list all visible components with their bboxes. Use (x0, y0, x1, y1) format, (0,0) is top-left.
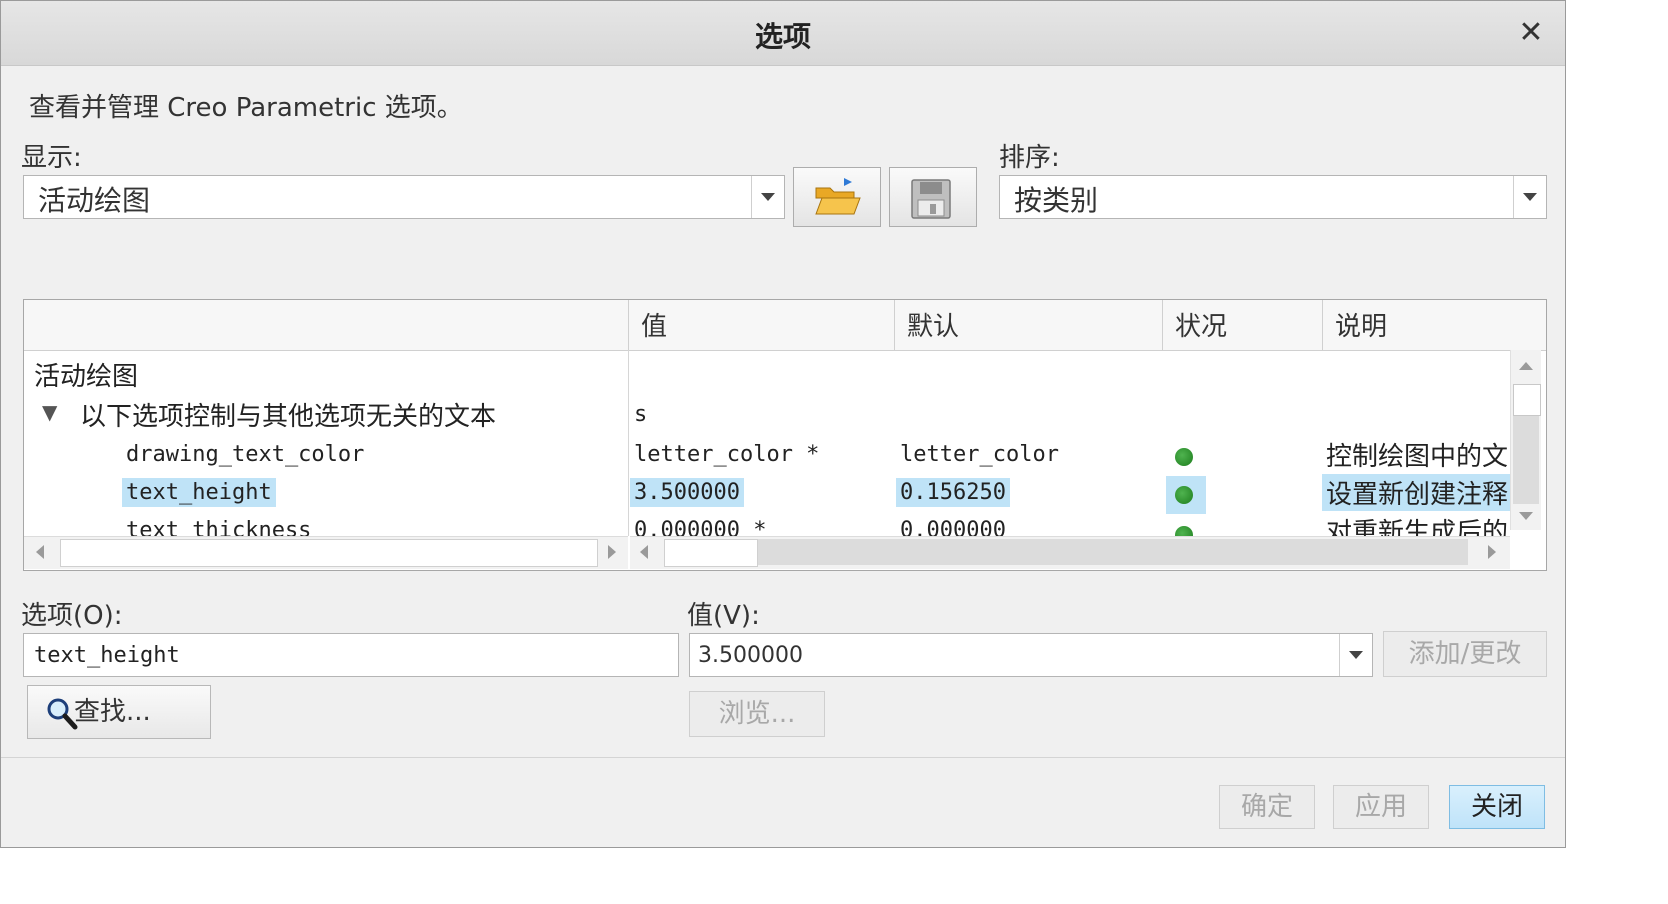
column-divider (628, 350, 629, 536)
option-value[interactable]: 3.500000 (630, 478, 744, 507)
option-default: 0.156250 (896, 478, 1010, 507)
value-combo-text[interactable]: 3.500000 (698, 643, 803, 668)
subgroup-value: s (634, 402, 648, 427)
vertical-scrollbar[interactable] (1510, 350, 1541, 530)
scroll-down-icon[interactable] (1519, 512, 1533, 520)
ok-button[interactable]: 确定 (1219, 785, 1315, 829)
option-label: 选项(O): (21, 601, 123, 631)
close-button[interactable]: 关闭 (1449, 785, 1545, 829)
chevron-down-icon[interactable] (1339, 634, 1372, 676)
chevron-down-icon[interactable] (751, 176, 784, 218)
option-description: 设置新创建注释 (1322, 474, 1516, 511)
folder-open-icon (815, 178, 861, 215)
apply-button[interactable]: 应用 (1333, 785, 1429, 829)
chevron-down-icon[interactable] (1513, 176, 1546, 218)
scroll-up-icon[interactable] (1519, 362, 1533, 370)
add-change-button[interactable]: 添加/更改 (1383, 631, 1547, 677)
column-header-default[interactable]: 默认 (894, 300, 1162, 350)
value-label: 值(V): (687, 601, 760, 631)
scroll-right-icon[interactable] (1488, 545, 1496, 559)
scroll-right-icon[interactable] (608, 545, 616, 559)
status-ok-icon (1175, 486, 1193, 504)
expand-triangle-icon[interactable]: ▼ (42, 400, 57, 424)
horizontal-scroll-thumb[interactable] (664, 539, 758, 567)
option-description: 对重新生成后的 (1326, 518, 1509, 536)
sort-label: 排序: (999, 143, 1060, 173)
option-default: letter_color (900, 442, 1059, 467)
vertical-scroll-thumb[interactable] (1513, 384, 1541, 416)
scroll-left-icon[interactable] (640, 545, 648, 559)
column-header-status[interactable]: 状况 (1162, 300, 1322, 350)
horizontal-scroll-thumb[interactable] (60, 539, 598, 567)
find-button-label: 查找... (74, 697, 151, 727)
find-button[interactable]: 查找... (27, 685, 211, 739)
dialog-description: 查看并管理 Creo Parametric 选项。 (29, 93, 463, 123)
value-combo[interactable]: 3.500000 (689, 633, 1373, 677)
horizontal-scroll-track[interactable] (758, 539, 1468, 565)
status-ok-icon (1175, 448, 1193, 466)
column-header-description[interactable]: 说明 (1322, 300, 1546, 350)
options-table: 值 默认 状况 说明 活动绘图 ▼ 以下选项控制与其他选项无关的文本 s dra… (23, 299, 1547, 571)
close-icon[interactable]: ✕ (1517, 18, 1545, 48)
show-dropdown[interactable]: 活动绘图 (23, 175, 785, 219)
horizontal-scrollbar-right[interactable] (630, 536, 1510, 569)
save-config-button[interactable] (889, 167, 977, 227)
floppy-save-icon (911, 179, 951, 219)
vertical-scroll-track[interactable] (1513, 416, 1539, 504)
show-label: 显示: (21, 143, 82, 173)
table-header: 值 默认 状况 说明 (24, 300, 1546, 351)
title-bar: 选项 ✕ (1, 1, 1565, 66)
scroll-left-icon[interactable] (36, 545, 44, 559)
option-name[interactable]: drawing_text_color (126, 442, 364, 467)
browse-button[interactable]: 浏览... (689, 691, 825, 737)
option-default: 0.000000 (900, 518, 1006, 536)
option-input[interactable]: text_height (23, 633, 679, 677)
footer-divider (1, 757, 1565, 758)
sort-dropdown[interactable]: 按类别 (999, 175, 1547, 219)
show-dropdown-value: 活动绘图 (38, 184, 151, 217)
magnifier-icon (47, 698, 78, 730)
column-header-value[interactable]: 值 (628, 300, 894, 350)
tree-subgroup-label[interactable]: 以下选项控制与其他选项无关的文本 (80, 396, 496, 433)
options-dialog: 选项 ✕ 查看并管理 Creo Parametric 选项。 显示: 活动绘图 … (0, 0, 1566, 848)
sort-dropdown-value: 按类别 (1014, 184, 1099, 217)
tree-group-label[interactable]: 活动绘图 (34, 356, 138, 393)
table-row-partial[interactable]: text_thickness 0.000000 * 0.000000 对重新生成… (24, 518, 1510, 536)
option-name[interactable]: text_height (122, 478, 276, 507)
option-name[interactable]: text_thickness (126, 518, 311, 536)
open-config-button[interactable] (793, 167, 881, 227)
horizontal-scrollbar-left[interactable] (24, 536, 628, 569)
option-value[interactable]: 0.000000 * (634, 518, 766, 536)
status-ok-icon (1175, 526, 1193, 536)
option-value[interactable]: letter_color * (634, 442, 819, 467)
dialog-title: 选项 (754, 20, 811, 53)
option-description: 控制绘图中的文 (1326, 442, 1509, 472)
